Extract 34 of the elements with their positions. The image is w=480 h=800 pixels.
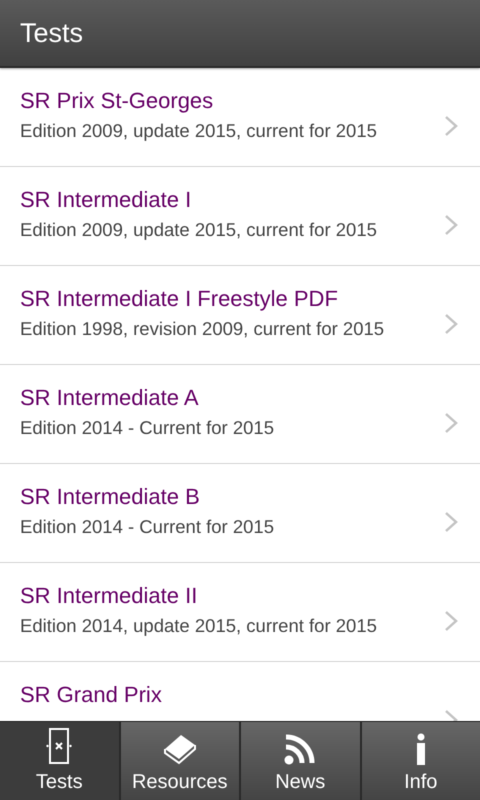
item-title: SR Grand Prix	[20, 682, 163, 708]
chevron-icon	[444, 313, 458, 335]
list-item[interactable]: SR Intermediate II Edition 2014, update 2015, current for 2015	[0, 563, 480, 662]
book-icon	[162, 733, 197, 765]
list-item[interactable]: SR Prix St-Georges Edition 2009, update 2015, current for 2015	[0, 68, 480, 167]
chevron-icon	[444, 511, 458, 533]
arena-icon	[46, 727, 72, 765]
chevron-icon	[444, 214, 458, 236]
item-subtitle: Edition 1998, revision 2009, current for 2015	[20, 318, 386, 340]
screen-title: Tests	[20, 18, 84, 48]
tab[interactable]: News	[241, 722, 362, 800]
item-title: SR Prix St-Georges	[20, 88, 214, 114]
item-subtitle: Edition 2014, update 2015, current for 2015	[20, 615, 378, 637]
list-item[interactable]: SR Intermediate A Edition 2014 - Current for 2015	[0, 365, 480, 464]
tab[interactable]: Info	[362, 722, 480, 800]
tab[interactable]: Resources	[120, 722, 241, 800]
item-title: SR Intermediate I	[20, 187, 192, 213]
rss-feed-icon	[284, 733, 316, 765]
list-item[interactable]: SR Intermediate B Edition 2014 - Current for 2015	[0, 464, 480, 563]
item-title: SR Intermediate A	[20, 385, 200, 411]
chevron-icon	[444, 412, 458, 434]
item-title: SR Intermediate B	[20, 484, 201, 510]
list-item[interactable]: SR Intermediate I Freestyle PDF Edition 1998, revision 2009, current for 2015	[0, 266, 480, 365]
item-subtitle: Edition 2014 - Current for 2015	[20, 516, 276, 538]
item-subtitle: Edition 2009, update 2015, current for 2015	[20, 219, 378, 241]
info-icon	[414, 733, 427, 765]
chevron-icon	[444, 610, 458, 632]
tab[interactable]: Tests	[0, 722, 120, 800]
list-item[interactable]: SR Intermediate I Edition 2009, update 2015, current for 2015	[0, 167, 480, 266]
item-subtitle: Edition 2009, update 2015, current for 2015	[20, 120, 378, 142]
item-subtitle: Edition 2014 - Current for 2015	[20, 417, 276, 439]
chevron-icon	[444, 115, 458, 137]
item-title: SR Intermediate II	[20, 583, 198, 609]
item-title: SR Intermediate I Freestyle PDF	[20, 286, 339, 312]
